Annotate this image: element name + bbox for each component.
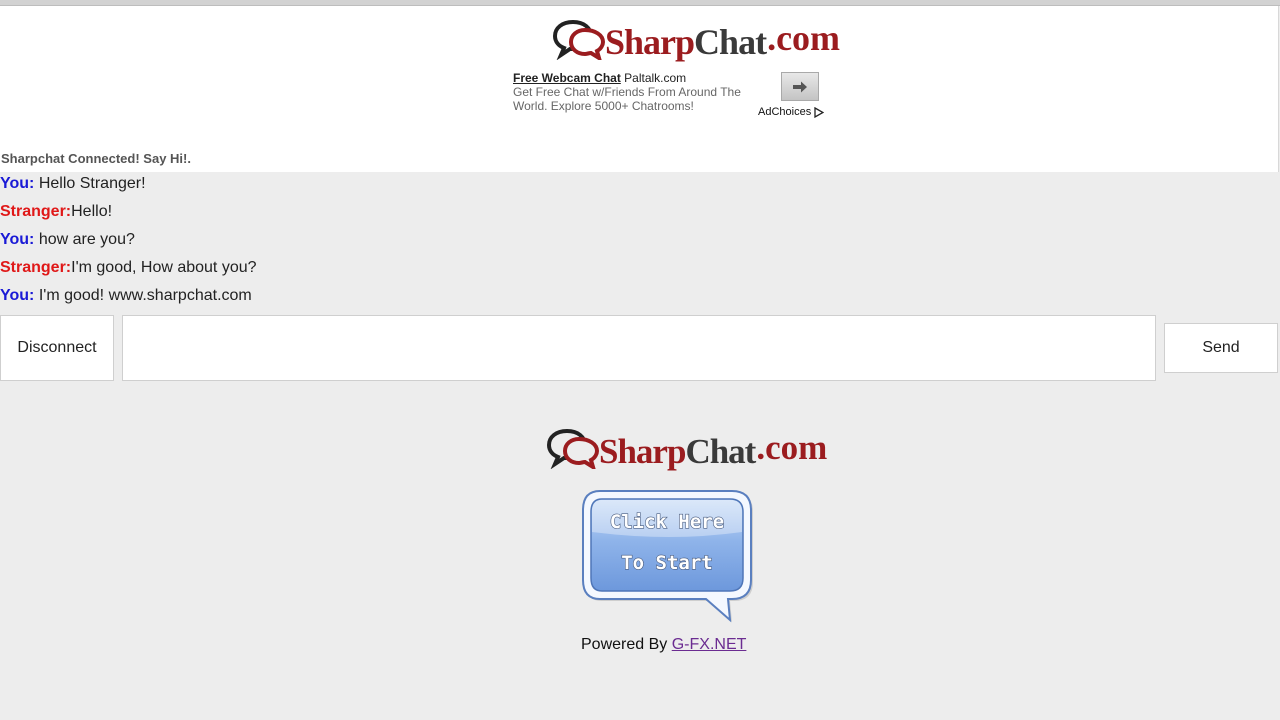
powered-by-label: Powered By (581, 636, 668, 653)
adchoices-icon (814, 106, 825, 118)
logo-tld: .com (756, 428, 828, 467)
ad-link[interactable]: Free Webcam Chat (513, 71, 621, 85)
ad-title-line: Free Webcam Chat Paltalk.com (513, 71, 753, 85)
speech-bubbles-icon (547, 428, 599, 469)
speaker-label: Stranger: (0, 203, 72, 220)
message-text: Hello! (71, 203, 113, 220)
logo-tld: .com (767, 18, 841, 58)
speaker-label: You: (0, 287, 35, 304)
message-text: I'm good! www.sharpchat.com (38, 287, 252, 304)
logo-word-sharp: Sharp (605, 22, 695, 62)
message-text: I'm good, How about you? (71, 259, 257, 276)
ad-description: Get Free Chat w/Friends From Around The … (513, 85, 741, 113)
start-line-1: Click Here (610, 511, 724, 533)
connection-status: Sharpchat Connected! Say Hi!. (1, 151, 191, 166)
message-row: Stranger:Hello! (0, 203, 257, 231)
start-line-2: To Start (621, 552, 713, 574)
adchoices-label: AdChoices (758, 106, 812, 118)
powered-by: Powered By G-FX.NET (581, 636, 746, 654)
adchoices-link[interactable]: AdChoices (758, 106, 825, 118)
message-row: You: I'm good! www.sharpchat.com (0, 287, 257, 315)
speaker-label: You: (0, 231, 35, 248)
message-row: Stranger:I'm good, How about you? (0, 259, 257, 287)
ad-unit: Free Webcam Chat Paltalk.com Get Free Ch… (513, 71, 753, 113)
speech-bubbles-icon (553, 19, 605, 60)
sharpchat-logo: Sharp Chat .com (553, 16, 840, 60)
speaker-label: Stranger: (0, 259, 72, 276)
message-text: Hello Stranger! (38, 175, 146, 192)
sharpchat-logo-footer: Sharp Chat .com (547, 425, 827, 469)
disconnect-button[interactable]: Disconnect (0, 315, 114, 381)
ad-domain: Paltalk.com (624, 71, 687, 85)
message-row: You: how are you? (0, 231, 257, 259)
message-row: You: Hello Stranger! (0, 175, 257, 203)
message-text: how are you? (38, 231, 135, 248)
gfx-link[interactable]: G-FX.NET (672, 636, 747, 653)
arrow-right-icon (793, 81, 807, 92)
speaker-label: You: (0, 175, 35, 192)
logo-word-chat: Chat (685, 432, 756, 471)
logo-word-sharp: Sharp (599, 432, 686, 471)
ad-arrow-button[interactable] (781, 72, 819, 101)
start-chat-button[interactable]: Click Here To Start (580, 488, 754, 624)
logo-word-chat: Chat (694, 22, 767, 62)
send-button[interactable]: Send (1164, 323, 1278, 373)
message-list: You: Hello Stranger! Stranger:Hello! You… (0, 175, 257, 315)
message-input[interactable] (122, 315, 1156, 381)
